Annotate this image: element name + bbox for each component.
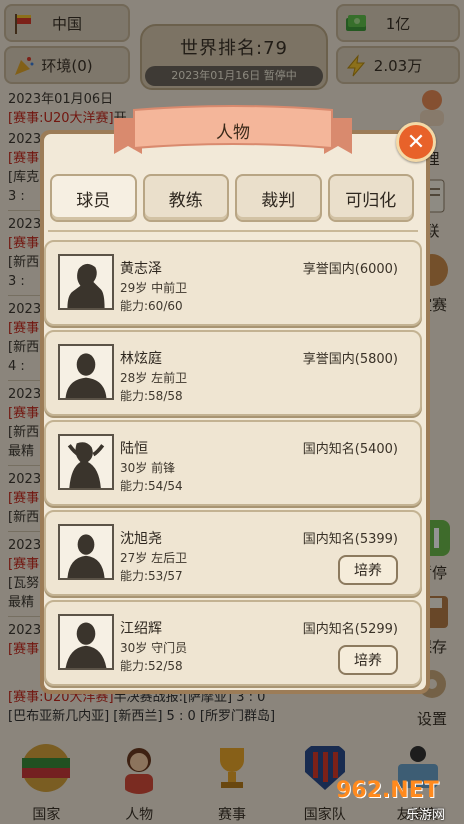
player-fame: 国内知名(5400) xyxy=(302,442,398,457)
player-silhouette-icon xyxy=(65,353,107,398)
close-icon: ✕ xyxy=(406,129,426,155)
player-silhouette-icon xyxy=(67,442,105,488)
tabs-divider xyxy=(48,230,418,232)
watermark-sub: 乐游网 xyxy=(406,808,446,823)
player-name: 沈旭尧 xyxy=(120,531,162,547)
player-card[interactable]: 林炫庭 28岁 左前卫 能力:58/58 享誉国内(5800) xyxy=(44,330,422,416)
train-button[interactable]: 培养 xyxy=(338,555,398,585)
player-name: 江绍辉 xyxy=(120,621,162,637)
player-silhouette-icon xyxy=(67,263,105,308)
player-fame: 国内知名(5299) xyxy=(302,622,398,637)
player-fame: 享誉国内(6000) xyxy=(302,262,398,277)
watermark-brand: 962.NET xyxy=(336,778,439,803)
modal-tabs: 球员 教练 裁判 可归化 xyxy=(50,174,414,222)
close-button[interactable]: ✕ xyxy=(396,122,436,162)
player-card[interactable]: 黄志泽 29岁 中前卫 能力:60/60 享誉国内(6000) xyxy=(44,240,422,326)
player-silhouette-icon xyxy=(65,622,107,668)
site-watermark: 962.NET 乐游网 xyxy=(336,776,464,823)
player-silhouette-icon xyxy=(67,534,105,578)
player-card[interactable]: 江绍辉 30岁 守门员 能力:52/58 国内知名(5299) 培养 xyxy=(44,600,422,686)
tab-players[interactable]: 球员 xyxy=(50,174,137,222)
player-avatar xyxy=(58,344,114,400)
modal-title: 人物 xyxy=(216,123,250,143)
player-age-position: 29岁 中前卫 xyxy=(120,281,188,295)
player-fame: 国内知名(5399) xyxy=(302,532,398,547)
player-age-position: 27岁 左后卫 xyxy=(120,551,188,565)
player-age-position: 30岁 守门员 xyxy=(120,641,188,655)
player-ability: 能力:54/54 xyxy=(120,479,183,493)
tab-naturalizable[interactable]: 可归化 xyxy=(327,174,414,222)
player-card[interactable]: 陆恒 30岁 前锋 能力:54/54 国内知名(5400) xyxy=(44,420,422,506)
player-age-position: 28岁 左前卫 xyxy=(120,371,188,385)
player-avatar xyxy=(58,614,114,670)
player-avatar xyxy=(58,434,114,490)
player-name: 陆恒 xyxy=(120,441,148,457)
player-age-position: 30岁 前锋 xyxy=(120,461,176,475)
tab-coaches[interactable]: 教练 xyxy=(142,174,229,222)
player-ability: 能力:52/58 xyxy=(120,659,183,673)
player-card[interactable]: 沈旭尧 27岁 左后卫 能力:53/57 国内知名(5399) 培养 xyxy=(44,510,422,596)
player-name: 林炫庭 xyxy=(120,351,162,367)
player-avatar xyxy=(58,254,114,310)
player-name: 黄志泽 xyxy=(120,261,162,277)
player-list: 黄志泽 29岁 中前卫 能力:60/60 享誉国内(6000) 林炫庭 28岁 … xyxy=(44,240,422,690)
player-ability: 能力:58/58 xyxy=(120,389,183,403)
tab-referees[interactable]: 裁判 xyxy=(235,174,322,222)
player-ability: 能力:53/57 xyxy=(120,569,183,583)
train-button[interactable]: 培养 xyxy=(338,645,398,675)
player-fame: 享誉国内(5800) xyxy=(302,352,398,367)
player-ability: 能力:60/60 xyxy=(120,299,183,313)
player-avatar xyxy=(58,524,114,580)
